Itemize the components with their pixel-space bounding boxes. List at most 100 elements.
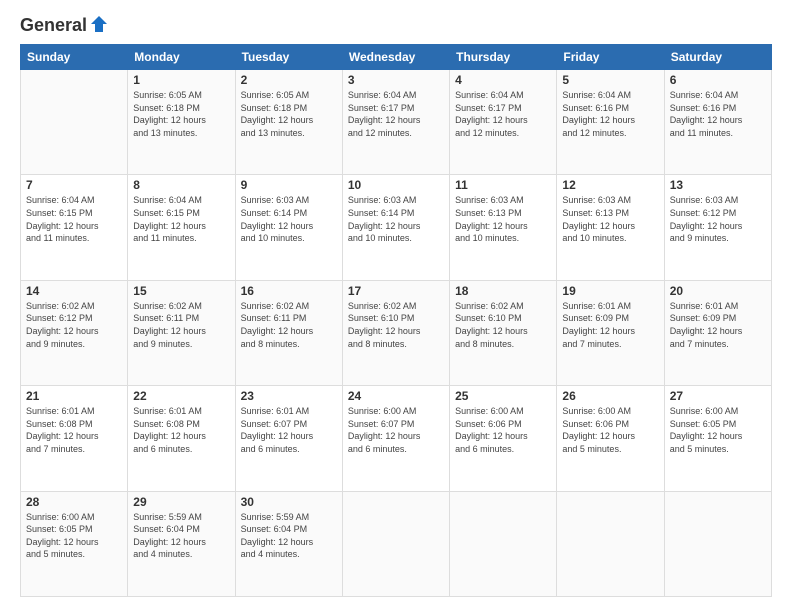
calendar-cell: 19 Sunrise: 6:01 AMSunset: 6:09 PMDayligh…	[557, 280, 664, 385]
calendar-header-row: SundayMondayTuesdayWednesdayThursdayFrid…	[21, 45, 772, 70]
day-info: Sunrise: 6:03 AMSunset: 6:12 PMDaylight:…	[670, 194, 766, 244]
calendar-cell: 20 Sunrise: 6:01 AMSunset: 6:09 PMDayligh…	[664, 280, 771, 385]
calendar-cell	[557, 491, 664, 596]
calendar-cell: 9 Sunrise: 6:03 AMSunset: 6:14 PMDaylight…	[235, 175, 342, 280]
day-info: Sunrise: 6:04 AMSunset: 6:15 PMDaylight:…	[26, 194, 122, 244]
day-number: 21	[26, 389, 122, 403]
day-number: 19	[562, 284, 658, 298]
calendar-cell: 8Sunrise: 6:04 AMSunset: 6:15 PMDaylight…	[128, 175, 235, 280]
calendar-week-row: 7 Sunrise: 6:04 AMSunset: 6:15 PMDaylight…	[21, 175, 772, 280]
day-info: Sunrise: 6:02 AMSunset: 6:10 PMDaylight:…	[348, 300, 444, 350]
day-number: 7	[26, 178, 122, 192]
day-number: 2	[241, 73, 337, 87]
day-info: Sunrise: 6:03 AMSunset: 6:14 PMDaylight:…	[348, 194, 444, 244]
calendar-cell: 26Sunrise: 6:00 AMSunset: 6:06 PMDayligh…	[557, 386, 664, 491]
day-info: Sunrise: 6:02 AMSunset: 6:11 PMDaylight:…	[133, 300, 229, 350]
calendar-cell: 25Sunrise: 6:00 AMSunset: 6:06 PMDayligh…	[450, 386, 557, 491]
day-number: 13	[670, 178, 766, 192]
calendar-week-row: 14 Sunrise: 6:02 AMSunset: 6:12 PMDayligh…	[21, 280, 772, 385]
day-info: Sunrise: 6:02 AMSunset: 6:12 PMDaylight:…	[26, 300, 122, 350]
day-number: 12	[562, 178, 658, 192]
day-number: 9	[241, 178, 337, 192]
day-info: Sunrise: 6:04 AMSunset: 6:16 PMDaylight:…	[670, 89, 766, 139]
calendar-day-header: Wednesday	[342, 45, 449, 70]
calendar-cell: 29Sunrise: 5:59 AMSunset: 6:04 PMDayligh…	[128, 491, 235, 596]
calendar-cell: 11 Sunrise: 6:03 AMSunset: 6:13 PMDayligh…	[450, 175, 557, 280]
day-number: 6	[670, 73, 766, 87]
calendar-cell: 23 Sunrise: 6:01 AMSunset: 6:07 PMDayligh…	[235, 386, 342, 491]
day-info: Sunrise: 6:04 AMSunset: 6:15 PMDaylight:…	[133, 194, 229, 244]
calendar-week-row: 21 Sunrise: 6:01 AMSunset: 6:08 PMDayligh…	[21, 386, 772, 491]
calendar-week-row: 1 Sunrise: 6:05 AMSunset: 6:18 PMDaylight…	[21, 70, 772, 175]
calendar-cell: 30Sunrise: 5:59 AMSunset: 6:04 PMDayligh…	[235, 491, 342, 596]
calendar-day-header: Tuesday	[235, 45, 342, 70]
day-info: Sunrise: 6:00 AMSunset: 6:07 PMDaylight:…	[348, 405, 444, 455]
calendar-cell	[21, 70, 128, 175]
calendar-day-header: Monday	[128, 45, 235, 70]
day-info: Sunrise: 6:00 AMSunset: 6:05 PMDaylight:…	[26, 511, 122, 561]
calendar-cell: 16 Sunrise: 6:02 AMSunset: 6:11 PMDayligh…	[235, 280, 342, 385]
calendar-cell: 28 Sunrise: 6:00 AMSunset: 6:05 PMDayligh…	[21, 491, 128, 596]
page: General SundayMondayTuesdayWednesdayThur…	[0, 0, 792, 612]
day-number: 5	[562, 73, 658, 87]
logo-text: General	[20, 15, 109, 34]
day-info: Sunrise: 6:03 AMSunset: 6:13 PMDaylight:…	[455, 194, 551, 244]
calendar-week-row: 28 Sunrise: 6:00 AMSunset: 6:05 PMDayligh…	[21, 491, 772, 596]
day-info: Sunrise: 6:00 AMSunset: 6:05 PMDaylight:…	[670, 405, 766, 455]
day-number: 18	[455, 284, 551, 298]
day-info: Sunrise: 6:02 AMSunset: 6:10 PMDaylight:…	[455, 300, 551, 350]
day-info: Sunrise: 6:05 AMSunset: 6:18 PMDaylight:…	[133, 89, 229, 139]
day-info: Sunrise: 6:00 AMSunset: 6:06 PMDaylight:…	[455, 405, 551, 455]
day-number: 16	[241, 284, 337, 298]
calendar-cell: 7 Sunrise: 6:04 AMSunset: 6:15 PMDaylight…	[21, 175, 128, 280]
calendar-table: SundayMondayTuesdayWednesdayThursdayFrid…	[20, 44, 772, 597]
day-number: 4	[455, 73, 551, 87]
calendar-cell: 27 Sunrise: 6:00 AMSunset: 6:05 PMDayligh…	[664, 386, 771, 491]
day-info: Sunrise: 6:04 AMSunset: 6:17 PMDaylight:…	[455, 89, 551, 139]
day-info: Sunrise: 6:01 AMSunset: 6:09 PMDaylight:…	[670, 300, 766, 350]
day-info: Sunrise: 6:05 AMSunset: 6:18 PMDaylight:…	[241, 89, 337, 139]
day-info: Sunrise: 6:03 AMSunset: 6:14 PMDaylight:…	[241, 194, 337, 244]
calendar-cell: 2 Sunrise: 6:05 AMSunset: 6:18 PMDaylight…	[235, 70, 342, 175]
calendar-day-header: Saturday	[664, 45, 771, 70]
day-number: 23	[241, 389, 337, 403]
day-info: Sunrise: 6:01 AMSunset: 6:08 PMDaylight:…	[26, 405, 122, 455]
calendar-day-header: Friday	[557, 45, 664, 70]
calendar-cell: 14 Sunrise: 6:02 AMSunset: 6:12 PMDayligh…	[21, 280, 128, 385]
day-number: 28	[26, 495, 122, 509]
day-number: 17	[348, 284, 444, 298]
calendar-cell: 1 Sunrise: 6:05 AMSunset: 6:18 PMDaylight…	[128, 70, 235, 175]
day-info: Sunrise: 6:03 AMSunset: 6:13 PMDaylight:…	[562, 194, 658, 244]
day-info: Sunrise: 6:02 AMSunset: 6:11 PMDaylight:…	[241, 300, 337, 350]
logo-general: General	[20, 15, 87, 36]
day-number: 1	[133, 73, 229, 87]
day-info: Sunrise: 6:00 AMSunset: 6:06 PMDaylight:…	[562, 405, 658, 455]
calendar-cell: 10 Sunrise: 6:03 AMSunset: 6:14 PMDayligh…	[342, 175, 449, 280]
day-number: 27	[670, 389, 766, 403]
calendar-cell	[664, 491, 771, 596]
day-info: Sunrise: 6:01 AMSunset: 6:07 PMDaylight:…	[241, 405, 337, 455]
calendar-cell: 3Sunrise: 6:04 AMSunset: 6:17 PMDaylight…	[342, 70, 449, 175]
calendar-cell: 21 Sunrise: 6:01 AMSunset: 6:08 PMDayligh…	[21, 386, 128, 491]
calendar-day-header: Sunday	[21, 45, 128, 70]
calendar-cell: 13 Sunrise: 6:03 AMSunset: 6:12 PMDayligh…	[664, 175, 771, 280]
logo: General	[20, 15, 109, 34]
calendar-cell: 18 Sunrise: 6:02 AMSunset: 6:10 PMDayligh…	[450, 280, 557, 385]
calendar-cell	[450, 491, 557, 596]
calendar-cell: 15Sunrise: 6:02 AMSunset: 6:11 PMDayligh…	[128, 280, 235, 385]
logo-icon	[89, 14, 109, 34]
calendar-cell: 24Sunrise: 6:00 AMSunset: 6:07 PMDayligh…	[342, 386, 449, 491]
day-info: Sunrise: 5:59 AMSunset: 6:04 PMDaylight:…	[133, 511, 229, 561]
day-info: Sunrise: 6:04 AMSunset: 6:16 PMDaylight:…	[562, 89, 658, 139]
header: General	[20, 15, 772, 34]
calendar-cell: 22 Sunrise: 6:01 AMSunset: 6:08 PMDayligh…	[128, 386, 235, 491]
day-number: 22	[133, 389, 229, 403]
day-number: 14	[26, 284, 122, 298]
day-number: 20	[670, 284, 766, 298]
day-number: 10	[348, 178, 444, 192]
day-info: Sunrise: 6:01 AMSunset: 6:09 PMDaylight:…	[562, 300, 658, 350]
calendar-cell: 4 Sunrise: 6:04 AMSunset: 6:17 PMDaylight…	[450, 70, 557, 175]
day-info: Sunrise: 6:01 AMSunset: 6:08 PMDaylight:…	[133, 405, 229, 455]
calendar-cell: 6 Sunrise: 6:04 AMSunset: 6:16 PMDaylight…	[664, 70, 771, 175]
day-number: 11	[455, 178, 551, 192]
